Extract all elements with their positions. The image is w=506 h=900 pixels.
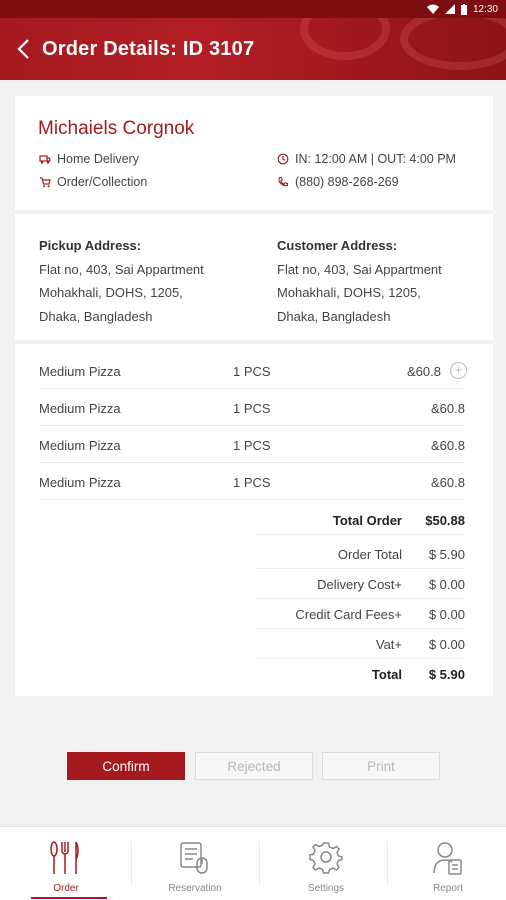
address-line: Dhaka, Bangladesh bbox=[39, 308, 153, 324]
delivery-type-row: Home Delivery bbox=[39, 152, 139, 166]
clock-icon bbox=[277, 153, 289, 165]
confirm-button[interactable]: Confirm bbox=[67, 752, 185, 780]
card-fees-label: Credit Card Fees+ bbox=[295, 607, 402, 622]
item-qty: 1 PCS bbox=[233, 438, 271, 453]
app-header: Order Details: ID 3107 bbox=[0, 18, 506, 80]
total-order-row: Total Order $50.88 bbox=[255, 505, 465, 535]
address-card: Pickup Address: Flat no, 403, Sai Appart… bbox=[15, 214, 493, 340]
page-title: Order Details: ID 3107 bbox=[42, 37, 255, 60]
vat-value: $ 0.00 bbox=[428, 637, 465, 652]
item-name: Medium Pizza bbox=[39, 438, 121, 453]
phone-icon bbox=[278, 176, 289, 187]
vat-row: Vat+ $ 0.00 bbox=[255, 629, 465, 659]
order-item-row: Medium Pizza 1 PCS &60.8 bbox=[39, 426, 465, 463]
item-price: &60.8 bbox=[431, 475, 465, 490]
item-qty: 1 PCS bbox=[233, 475, 271, 490]
item-name: Medium Pizza bbox=[39, 364, 121, 379]
order-time: IN: 12:00 AM | OUT: 4:00 PM bbox=[295, 152, 456, 166]
bottom-navigation: Order Reservation Settings Report bbox=[0, 826, 506, 900]
customer-phone[interactable]: (880) 898-268-269 bbox=[295, 175, 399, 189]
order-item-row: Medium Pizza 1 PCS &60.8 + bbox=[39, 352, 467, 389]
order-total-label: Order Total bbox=[337, 547, 402, 562]
total-order-value: $50.88 bbox=[425, 513, 465, 528]
customer-address-heading: Customer Address: bbox=[277, 238, 398, 253]
item-qty: 1 PCS bbox=[233, 401, 271, 416]
card-fees-row: Credit Card Fees+ $ 0.00 bbox=[255, 599, 465, 629]
order-type-row: Order/Collection bbox=[39, 175, 147, 189]
battery-icon bbox=[460, 3, 467, 15]
delivery-icon bbox=[39, 155, 51, 164]
pickup-address: Pickup Address: Flat no, 403, Sai Appart… bbox=[39, 234, 249, 328]
item-name: Medium Pizza bbox=[39, 475, 121, 490]
customer-name: Michaiels Corgnok bbox=[38, 118, 195, 139]
back-button[interactable] bbox=[4, 18, 42, 80]
address-line: Dhaka, Bangladesh bbox=[277, 308, 391, 324]
delivery-cost-value: $ 0.00 bbox=[428, 577, 465, 592]
customer-card: Michaiels Corgnok Home Delivery Order/Co… bbox=[15, 96, 493, 210]
item-price: &60.8 bbox=[407, 364, 441, 379]
time-row: IN: 12:00 AM | OUT: 4:00 PM bbox=[277, 152, 456, 166]
item-qty: 1 PCS bbox=[233, 364, 271, 379]
rejected-button[interactable]: Rejected bbox=[195, 752, 313, 780]
phone-row[interactable]: (880) 898-268-269 bbox=[277, 175, 399, 189]
order-item-row: Medium Pizza 1 PCS &60.8 bbox=[39, 389, 465, 426]
order-item-row: Medium Pizza 1 PCS &60.8 bbox=[39, 463, 465, 500]
total-value: $ 5.90 bbox=[428, 667, 465, 682]
item-price: &60.8 bbox=[431, 438, 465, 453]
order-total-row: Order Total $ 5.90 bbox=[255, 539, 465, 569]
delivery-cost-label: Delivery Cost+ bbox=[317, 577, 402, 592]
wifi-icon bbox=[426, 4, 439, 14]
order-items-card: Medium Pizza 1 PCS &60.8 + Medium Pizza … bbox=[15, 344, 493, 696]
nav-order-label: Order bbox=[53, 883, 79, 894]
vat-label: Vat+ bbox=[375, 637, 402, 652]
cart-icon bbox=[40, 177, 51, 188]
item-price: &60.8 bbox=[431, 401, 465, 416]
report-icon bbox=[433, 842, 462, 875]
active-indicator bbox=[31, 897, 107, 899]
address-line: Mohakhali, DOHS, 1205, bbox=[277, 285, 421, 300]
address-line: Flat no, 403, Sai Appartment bbox=[39, 261, 204, 277]
add-item-button[interactable]: + bbox=[450, 362, 467, 379]
total-order-label: Total Order bbox=[332, 513, 402, 528]
total-row: Total $ 5.90 bbox=[255, 659, 465, 689]
nav-settings-label: Settings bbox=[307, 883, 345, 894]
nav-order[interactable]: Order bbox=[3, 827, 129, 900]
nav-reservation-label: Reservation bbox=[168, 883, 222, 894]
status-time: 12:30 bbox=[472, 3, 498, 15]
header-decoration bbox=[400, 18, 506, 70]
reservation-icon bbox=[180, 842, 208, 874]
signal-icon bbox=[444, 4, 455, 14]
order-total-value: $ 5.90 bbox=[428, 547, 465, 562]
address-line: Mohakhali, DOHS, 1205, bbox=[39, 285, 183, 300]
card-fees-value: $ 0.00 bbox=[428, 607, 465, 622]
status-bar: 12:30 bbox=[0, 0, 506, 18]
print-button[interactable]: Print bbox=[322, 752, 440, 780]
delivery-type: Home Delivery bbox=[57, 152, 139, 166]
nav-divider bbox=[259, 841, 260, 885]
cutlery-icon bbox=[50, 841, 79, 874]
total-label: Total bbox=[371, 667, 402, 682]
pickup-address-heading: Pickup Address: bbox=[39, 238, 142, 253]
delivery-cost-row: Delivery Cost+ $ 0.00 bbox=[255, 569, 465, 599]
nav-reservation[interactable]: Reservation bbox=[132, 827, 258, 900]
nav-settings[interactable]: Settings bbox=[263, 827, 389, 900]
nav-report-label: Report bbox=[432, 883, 463, 894]
order-type: Order/Collection bbox=[57, 175, 148, 189]
header-decoration bbox=[300, 18, 390, 60]
address-line: Flat no, 403, Sai Appartment bbox=[277, 261, 442, 277]
gear-icon bbox=[309, 842, 343, 874]
customer-address: Customer Address: Flat no, 403, Sai Appa… bbox=[277, 234, 487, 328]
item-name: Medium Pizza bbox=[39, 401, 121, 416]
nav-report[interactable]: Report bbox=[385, 827, 506, 900]
chevron-left-icon bbox=[17, 39, 29, 59]
